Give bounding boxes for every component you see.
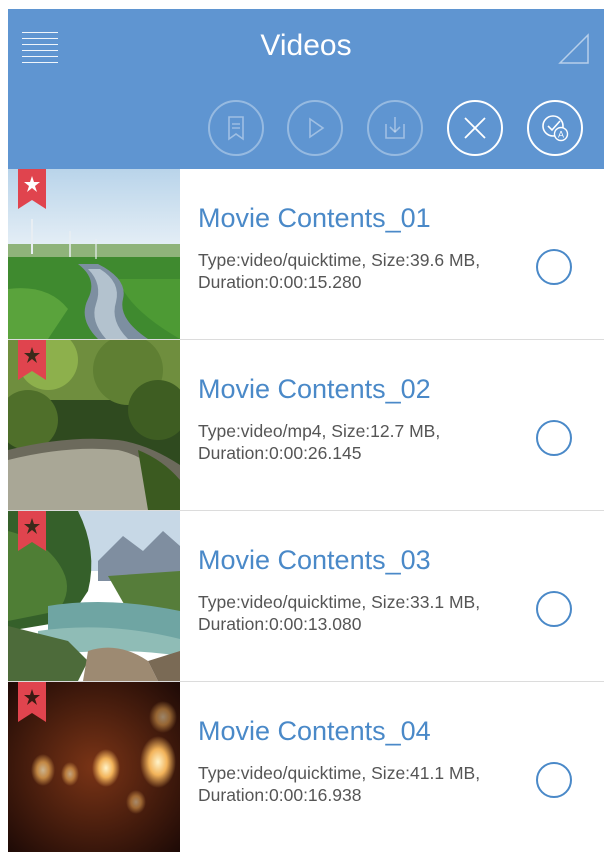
list-item[interactable]: Movie Contents_01 Type:video/quicktime, … (8, 169, 604, 340)
video-details: Type:video/mp4, Size:12.7 MB, Duration:0… (198, 421, 441, 463)
list-item[interactable]: Movie Contents_03 Type:video/quicktime, … (8, 511, 604, 682)
video-title[interactable]: Movie Contents_03 (198, 545, 431, 576)
video-details: Type:video/quicktime, Size:41.1 MB, Dura… (198, 763, 481, 805)
video-details: Type:video/quicktime, Size:39.6 MB, Dura… (198, 250, 481, 292)
select-checkbox[interactable] (536, 249, 572, 285)
favorite-ribbon-icon (18, 169, 46, 209)
svg-text:A: A (558, 130, 564, 140)
list-item[interactable]: Movie Contents_04 Type:video/quicktime, … (8, 682, 604, 853)
video-list: Movie Contents_01 Type:video/quicktime, … (8, 169, 604, 853)
video-thumbnail (8, 340, 180, 510)
select-checkbox[interactable] (536, 591, 572, 627)
bookmark-button[interactable] (208, 100, 264, 156)
select-checkbox[interactable] (536, 420, 572, 456)
close-icon (464, 117, 486, 139)
header-bar: Videos A (8, 9, 604, 169)
video-thumbnail (8, 511, 180, 681)
video-thumbnail (8, 682, 180, 852)
download-button[interactable] (367, 100, 423, 156)
select-all-icon: A (542, 115, 569, 142)
video-title[interactable]: Movie Contents_04 (198, 716, 431, 747)
bookmark-icon (228, 116, 244, 141)
page-title: Videos (260, 29, 352, 62)
triangle-corner-icon[interactable] (558, 33, 590, 65)
video-details: Type:video/quicktime, Size:33.1 MB, Dura… (198, 592, 481, 634)
select-all-button[interactable]: A (527, 100, 583, 156)
favorite-ribbon-icon (18, 682, 46, 722)
app-screen: Videos A Movie Contents_01 Type:video/qu… (0, 0, 612, 853)
download-icon (385, 117, 405, 139)
play-icon (309, 117, 325, 139)
list-item[interactable]: Movie Contents_02 Type:video/mp4, Size:1… (8, 340, 604, 511)
favorite-ribbon-icon (18, 511, 46, 551)
close-button[interactable] (447, 100, 503, 156)
video-title[interactable]: Movie Contents_02 (198, 374, 431, 405)
select-checkbox[interactable] (536, 762, 572, 798)
video-thumbnail (8, 169, 180, 339)
favorite-ribbon-icon (18, 340, 46, 380)
play-button[interactable] (287, 100, 343, 156)
video-title[interactable]: Movie Contents_01 (198, 203, 431, 234)
